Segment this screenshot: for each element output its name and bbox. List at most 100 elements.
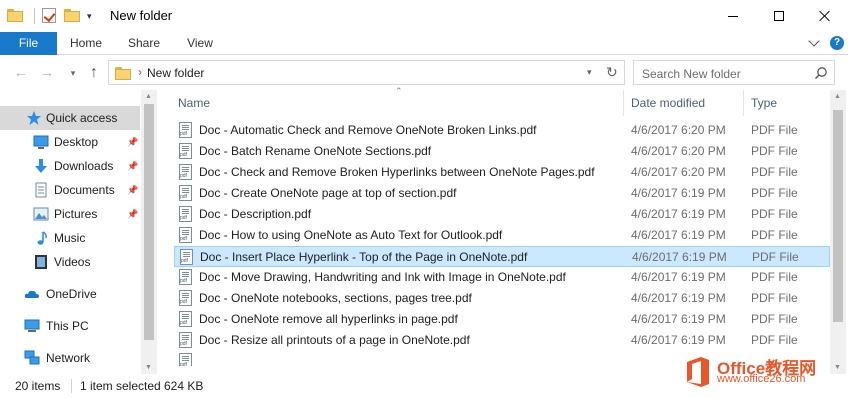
sidebar-item-onedrive[interactable]: OneDrive <box>0 282 140 306</box>
sidebar-item-label: Desktop <box>54 135 99 149</box>
pin-icon[interactable]: 📌 <box>127 161 138 172</box>
breadcrumb-chevron-icon[interactable]: › <box>138 65 142 79</box>
column-header-type[interactable]: Type <box>751 90 777 116</box>
expand-ribbon-icon[interactable] <box>808 35 820 47</box>
customize-dropdown-icon[interactable]: ▾ <box>87 11 92 22</box>
navigation-pane: Quick access Desktop 📌 Downloads 📌 Docum… <box>0 90 157 374</box>
pdf-file-icon <box>179 290 192 306</box>
sidebar-item-label: Network <box>46 351 91 365</box>
column-header-name[interactable]: Name <box>178 90 210 116</box>
pdf-file-icon <box>180 249 193 265</box>
file-date: 4/6/2017 6:19 PM <box>631 186 726 200</box>
close-icon <box>819 10 831 22</box>
scroll-up-icon[interactable]: ▲ <box>834 93 841 100</box>
file-row[interactable]: Doc - OneNote notebooks, sections, pages… <box>174 288 830 309</box>
file-name: Doc - Description.pdf <box>199 207 312 221</box>
pdf-file-icon <box>179 143 192 159</box>
search-placeholder: Search New folder <box>642 67 741 81</box>
sidebar-item-label: Music <box>54 231 86 245</box>
item-count: 20 items <box>15 379 61 393</box>
pin-icon[interactable]: 📌 <box>127 137 138 148</box>
watermark-url: www.office26.com <box>717 373 806 385</box>
file-type: PDF File <box>751 123 798 137</box>
tab-share[interactable]: Share <box>118 32 170 55</box>
breadcrumb[interactable]: New folder <box>147 66 204 80</box>
column-header-date-modified[interactable]: Date modified <box>631 90 705 116</box>
forward-arrow-icon[interactable]: → <box>38 64 56 82</box>
file-name: Doc - Insert Place Hyperlink - Top of th… <box>200 250 528 264</box>
scrollbar-thumb[interactable] <box>833 110 843 322</box>
file-row[interactable]: Doc - Check and Remove Broken Hyperlinks… <box>174 162 830 183</box>
pdf-file-icon <box>179 185 192 201</box>
music-icon <box>37 231 47 245</box>
sidebar-item-downloads[interactable]: Downloads 📌 <box>0 154 140 178</box>
maximize-icon <box>774 11 784 21</box>
tab-view[interactable]: View <box>176 32 224 55</box>
back-arrow-icon[interactable]: ← <box>12 64 30 82</box>
search-input[interactable]: Search New folder <box>633 60 835 85</box>
scrollbar-thumb[interactable] <box>144 104 154 340</box>
address-bar[interactable]: › New folder ▾ ↻ <box>108 60 625 85</box>
help-icon[interactable]: ? <box>830 36 844 50</box>
selection-status: 1 item selected <box>80 379 161 393</box>
pdf-file-icon <box>179 311 192 327</box>
file-row[interactable]: Doc - Create OneNote page at top of sect… <box>174 183 830 204</box>
videos-icon <box>35 255 47 269</box>
file-row[interactable]: Doc - How to using OneNote as Auto Text … <box>174 225 830 246</box>
window-title: New folder <box>110 8 173 23</box>
minimize-button[interactable] <box>710 0 756 32</box>
file-row[interactable]: Doc - Description.pdf 4/6/2017 6:19 PM P… <box>174 204 830 225</box>
navigation-scrollbar[interactable]: ▲ ▼ <box>141 90 157 374</box>
pdf-file-icon <box>179 353 192 366</box>
properties-icon[interactable] <box>41 7 59 25</box>
file-date: 4/6/2017 6:19 PM <box>631 291 726 305</box>
file-row[interactable]: Doc - Move Drawing, Handwriting and Ink … <box>174 267 830 288</box>
file-type: PDF File <box>751 228 798 242</box>
file-name: Doc - Check and Remove Broken Hyperlinks… <box>199 165 595 179</box>
pdf-file-icon <box>179 332 192 348</box>
column-divider[interactable] <box>743 90 744 116</box>
sidebar-item-label: This PC <box>46 319 89 333</box>
tab-file[interactable]: File <box>0 32 57 55</box>
sidebar-item-music[interactable]: Music <box>0 226 140 250</box>
file-rows: Doc - Automatic Check and Remove OneNote… <box>158 120 830 366</box>
sidebar-item-documents[interactable]: Documents 📌 <box>0 178 140 202</box>
address-dropdown-icon[interactable]: ▾ <box>587 67 592 78</box>
folder-icon[interactable] <box>6 7 24 25</box>
pin-icon[interactable]: 📌 <box>127 185 138 196</box>
file-row-selected[interactable]: Doc - Insert Place Hyperlink - Top of th… <box>174 246 830 267</box>
new-folder-icon[interactable] <box>63 7 81 25</box>
tab-home[interactable]: Home <box>60 32 112 55</box>
file-list-scrollbar[interactable]: ▲ ▼ <box>830 90 846 374</box>
file-row[interactable]: Doc - OneNote remove all hyperlinks in p… <box>174 309 830 330</box>
sidebar-item-this-pc[interactable]: This PC <box>0 314 140 338</box>
file-type: PDF File <box>751 207 798 221</box>
file-row[interactable]: Doc - Batch Rename OneNote Sections.pdf … <box>174 141 830 162</box>
sidebar-item-desktop[interactable]: Desktop 📌 <box>0 130 140 154</box>
sidebar-item-pictures[interactable]: Pictures 📌 <box>0 202 140 226</box>
column-divider[interactable] <box>623 90 624 116</box>
scroll-down-icon[interactable]: ▼ <box>145 364 152 371</box>
folder-icon <box>115 67 131 80</box>
scroll-up-icon[interactable]: ▲ <box>145 93 152 100</box>
sidebar-item-videos[interactable]: Videos <box>0 250 140 274</box>
pin-icon[interactable]: 📌 <box>127 209 138 220</box>
office-logo-icon <box>687 357 709 387</box>
recent-locations-icon[interactable]: ▾ <box>64 64 82 82</box>
file-row[interactable]: Doc - Resize all printouts of a page in … <box>174 330 830 351</box>
sidebar-item-label: Downloads <box>54 159 114 173</box>
refresh-icon[interactable]: ↻ <box>606 64 618 81</box>
pdf-file-icon <box>179 227 192 243</box>
up-arrow-icon[interactable]: ↑ <box>85 64 103 82</box>
sidebar-item-network[interactable]: Network <box>0 346 140 370</box>
sidebar-item-label: OneDrive <box>46 287 97 301</box>
file-date: 4/6/2017 6:19 PM <box>631 207 726 221</box>
file-type: PDF File <box>751 186 798 200</box>
maximize-button[interactable] <box>756 0 802 32</box>
sidebar-item-quick-access[interactable]: Quick access <box>0 106 140 130</box>
minimize-icon <box>728 15 738 17</box>
selection-size: 624 KB <box>164 379 204 393</box>
file-row[interactable]: Doc - Automatic Check and Remove OneNote… <box>174 120 830 141</box>
close-button[interactable] <box>802 0 848 32</box>
sidebar-item-label: Quick access <box>46 111 118 125</box>
